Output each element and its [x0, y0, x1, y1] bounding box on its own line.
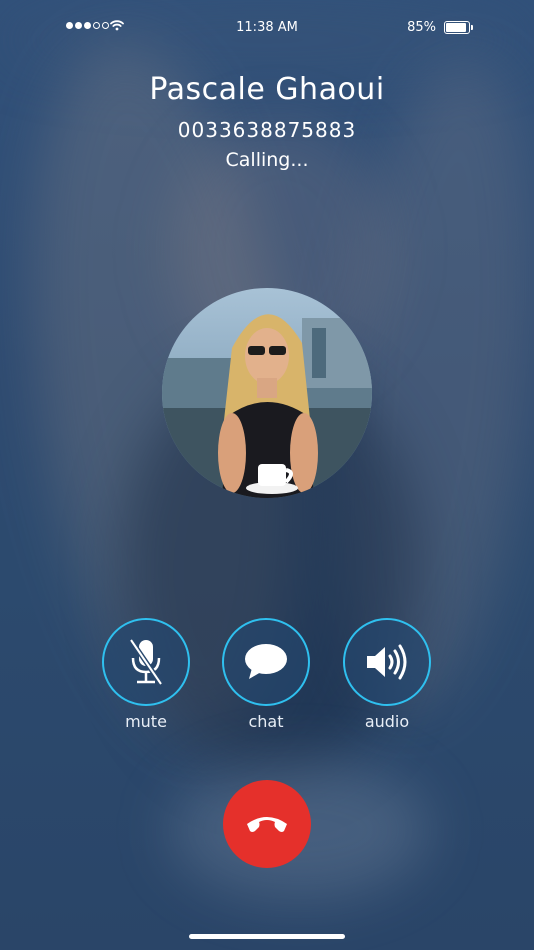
audio-button[interactable]: [343, 618, 431, 706]
mute-label: mute: [125, 712, 167, 731]
chat-button[interactable]: [222, 618, 310, 706]
battery-percent: 85%: [407, 20, 436, 35]
caller-name: Pascale Ghaoui: [149, 72, 385, 107]
caller-number: 0033638875883: [177, 118, 357, 142]
speech-bubble-icon: [245, 644, 287, 679]
caller-avatar: [162, 288, 372, 498]
microphone-muted-icon: [128, 638, 164, 686]
home-indicator[interactable]: [189, 934, 345, 939]
call-status: Calling...: [225, 149, 309, 171]
mute-button[interactable]: [102, 618, 190, 706]
audio-label: audio: [364, 712, 410, 731]
chat-label: chat: [248, 712, 284, 731]
status-bar: 11:38 AM 85%: [0, 0, 534, 56]
end-call-button[interactable]: [223, 780, 311, 868]
battery-icon: [444, 21, 473, 34]
phone-hangup-icon: [247, 817, 287, 832]
speaker-icon: [367, 644, 407, 680]
